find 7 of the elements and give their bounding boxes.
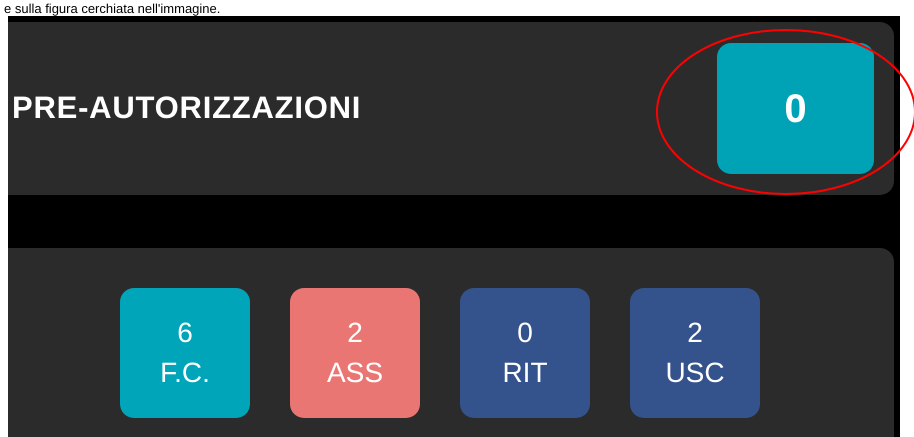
counter-tile[interactable]: 0 RIT bbox=[460, 288, 590, 418]
caption-text: e sulla figura cerchiata nell'immagine. bbox=[4, 2, 220, 16]
count-button[interactable]: 0 bbox=[717, 43, 874, 174]
section-title: PRE-AUTORIZZAZIONI bbox=[12, 89, 362, 128]
counter-tile[interactable]: 2 USC bbox=[630, 288, 760, 418]
counter-tile[interactable]: 2 ASS bbox=[290, 288, 420, 418]
counter-tile[interactable]: 6 F.C. bbox=[120, 288, 250, 418]
